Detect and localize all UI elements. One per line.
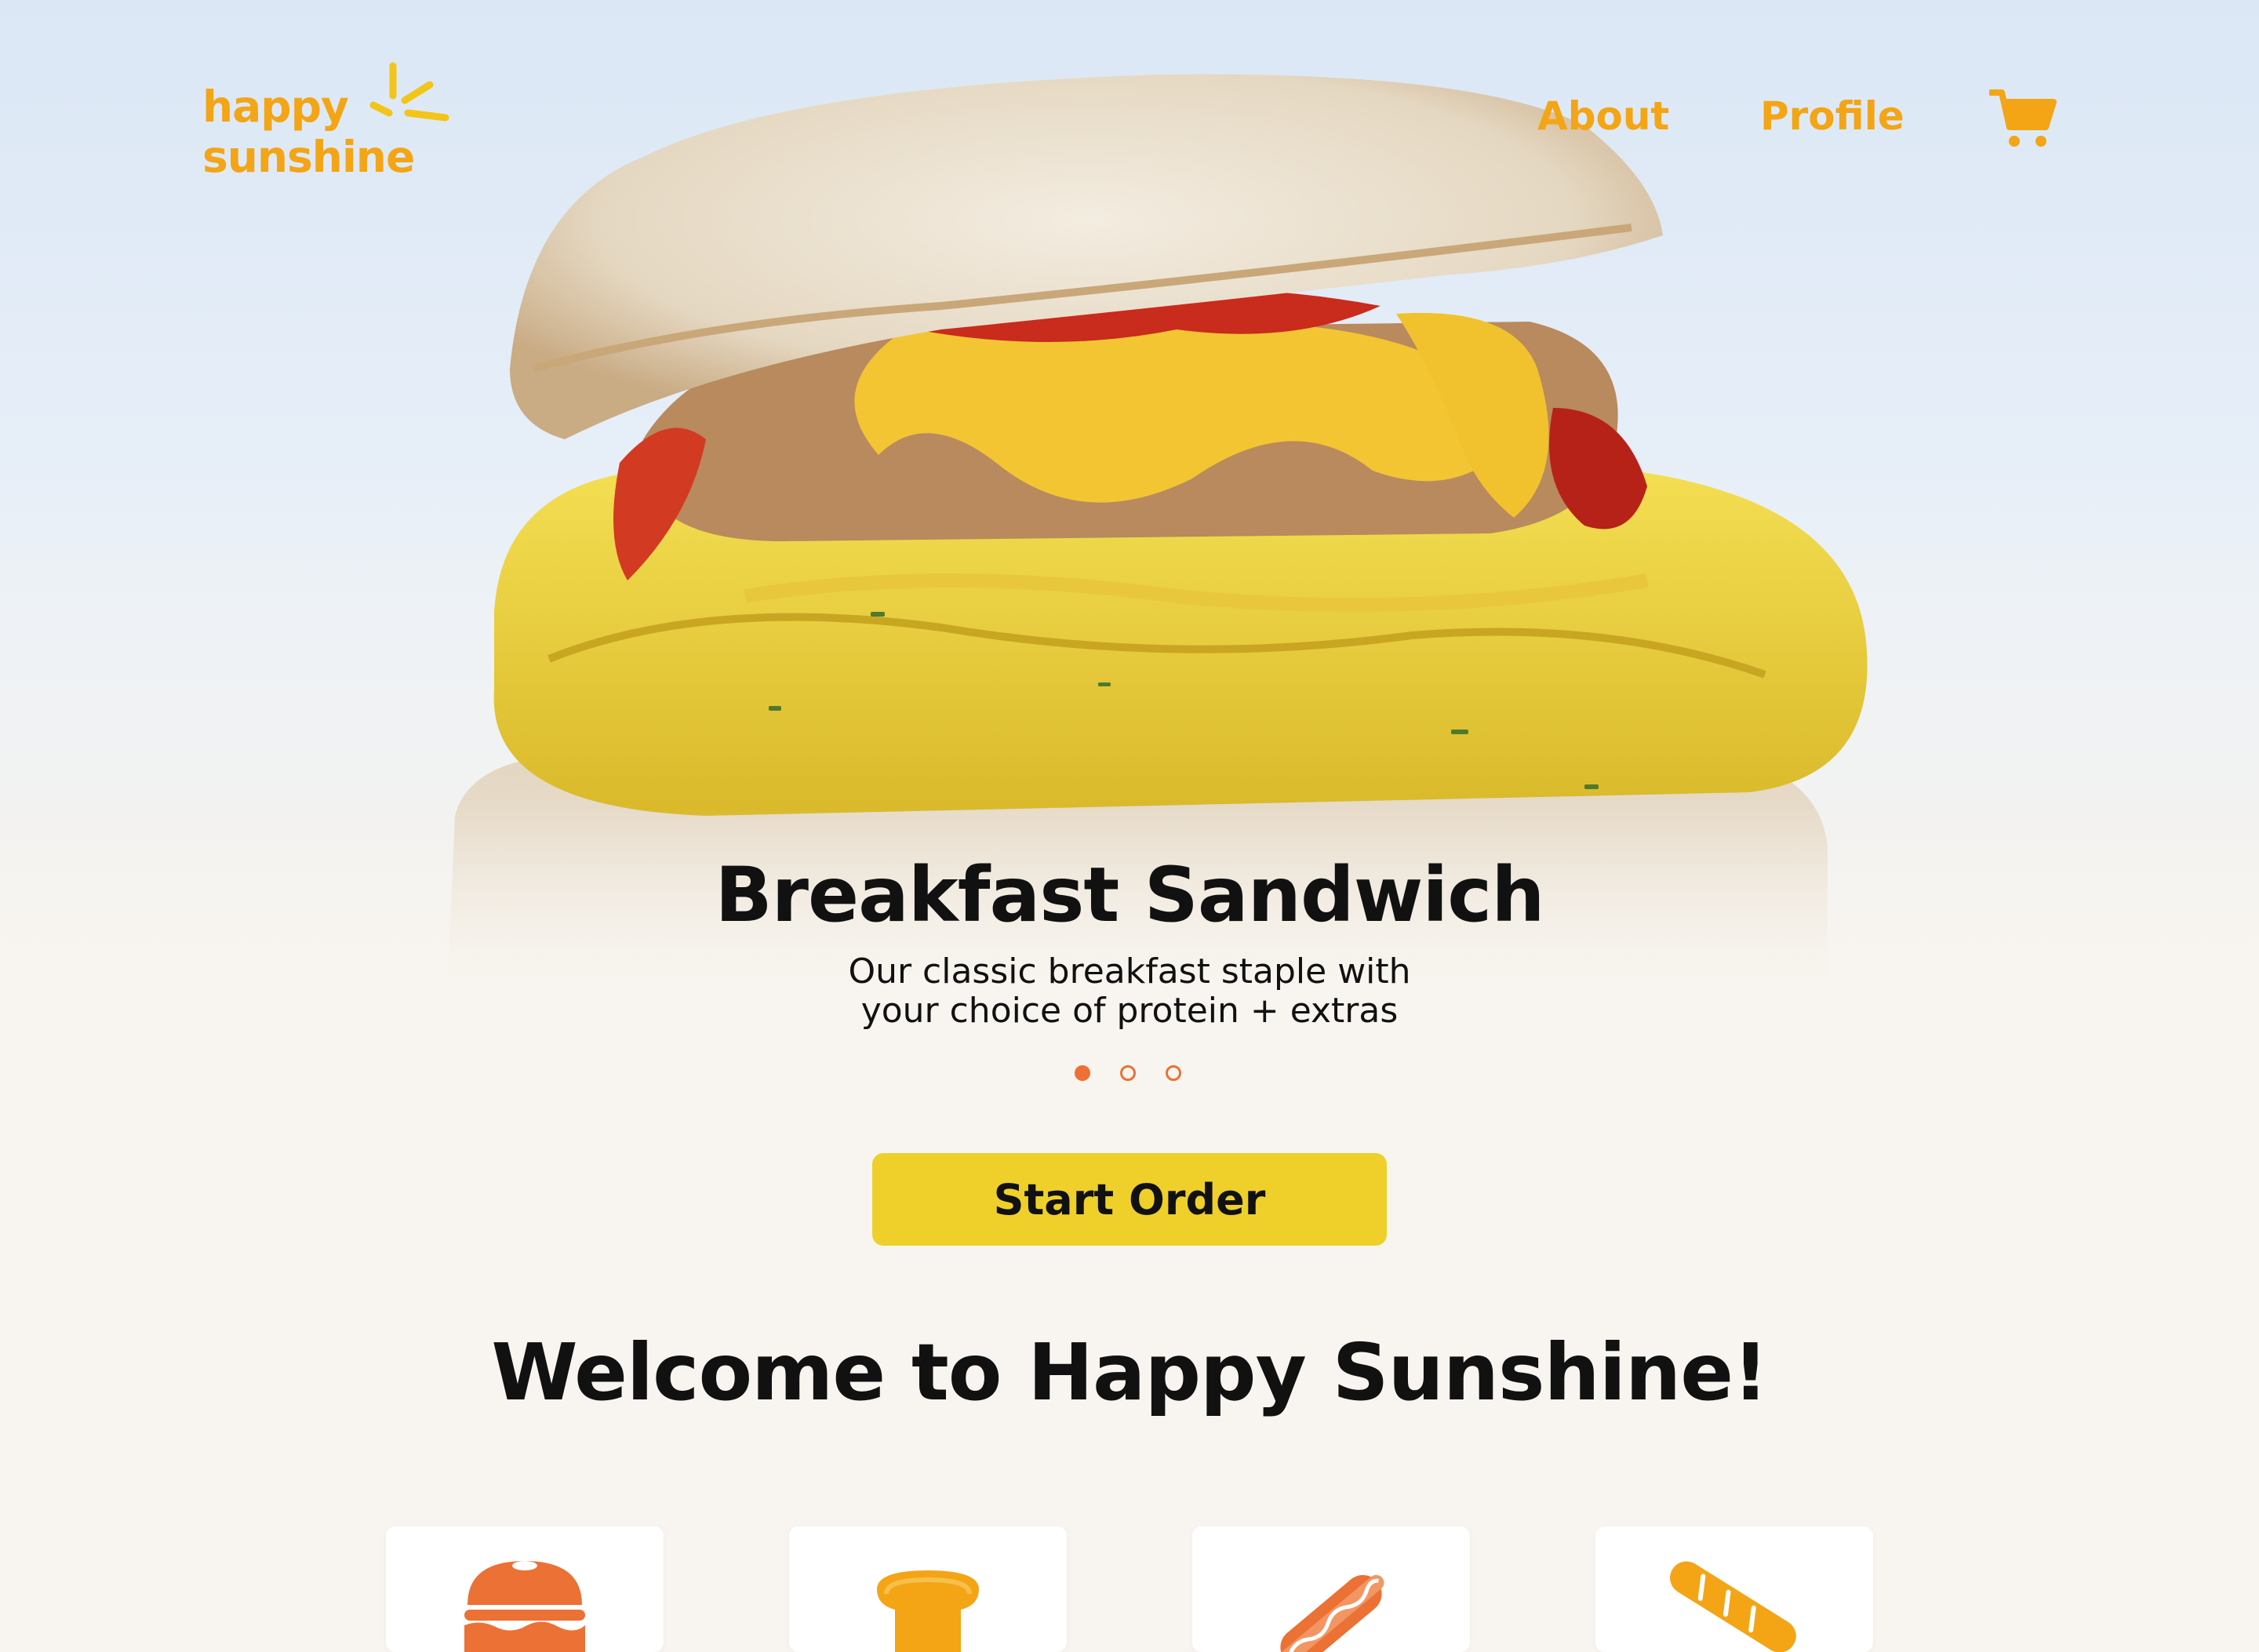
sun-icon bbox=[369, 62, 449, 122]
hero-description-line-2: your choice of protein + extras bbox=[860, 991, 1399, 1031]
carousel-dot-1[interactable] bbox=[1075, 1065, 1090, 1081]
hero-title: Breakfast Sandwich bbox=[715, 851, 1544, 939]
category-card-toast[interactable] bbox=[789, 1526, 1067, 1652]
start-order-button[interactable]: Start Order bbox=[872, 1153, 1387, 1246]
cart-icon bbox=[1988, 89, 2057, 147]
toast-icon bbox=[877, 1570, 979, 1652]
nav-about-link[interactable]: About bbox=[1537, 93, 1669, 140]
brand-logo[interactable]: happy sunshine bbox=[202, 61, 461, 187]
cart-button[interactable] bbox=[1988, 88, 2057, 149]
category-card-baguette[interactable] bbox=[1595, 1526, 1873, 1652]
hero-description-line-1: Our classic breakfast staple with bbox=[848, 952, 1411, 992]
carousel-indicators bbox=[1075, 1065, 1192, 1087]
bagel-sandwich-icon bbox=[464, 1561, 585, 1652]
category-card-hot-dog[interactable] bbox=[1192, 1526, 1470, 1652]
nav-profile-link[interactable]: Profile bbox=[1760, 93, 1904, 140]
category-card-bagel[interactable] bbox=[386, 1526, 664, 1652]
hot-dog-icon bbox=[1278, 1574, 1384, 1652]
welcome-heading: Welcome to Happy Sunshine! bbox=[491, 1326, 1768, 1418]
carousel-dot-2[interactable] bbox=[1120, 1065, 1136, 1081]
carousel-dot-3[interactable] bbox=[1166, 1065, 1181, 1081]
hero-description: Our classic breakfast staple with your c… bbox=[777, 952, 1482, 1031]
baguette-icon bbox=[1670, 1561, 1796, 1652]
